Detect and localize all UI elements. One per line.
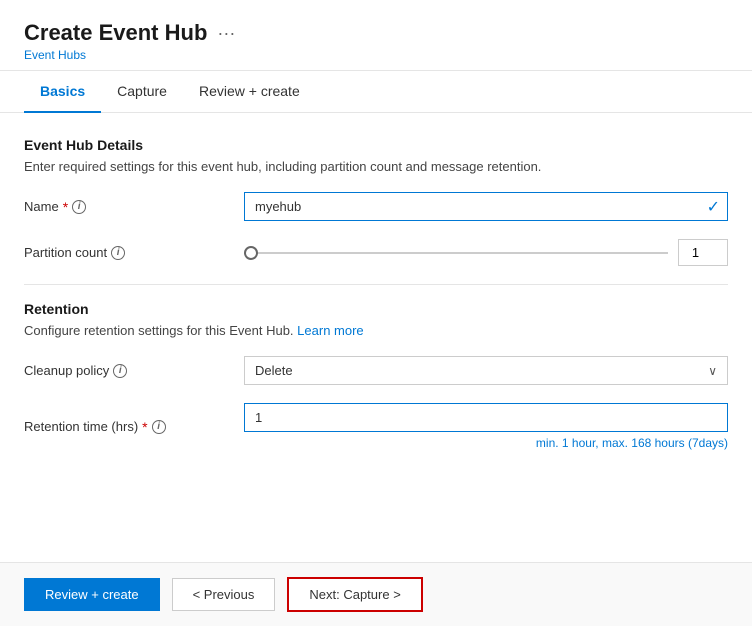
retention-info-icon[interactable]: i — [152, 420, 166, 434]
tabs-container: Basics Capture Review + create — [0, 71, 752, 113]
page-title: Create Event Hub — [24, 20, 207, 46]
cleanup-chevron-icon: ∨ — [708, 364, 717, 378]
event-hub-details-desc: Enter required settings for this event h… — [24, 159, 728, 174]
name-label: Name * i — [24, 199, 244, 215]
cleanup-info-icon[interactable]: i — [113, 364, 127, 378]
partition-slider-wrapper — [244, 239, 728, 266]
cleanup-value: Delete — [255, 363, 293, 378]
retention-title: Retention — [24, 301, 728, 317]
tab-capture[interactable]: Capture — [101, 71, 183, 113]
retention-input-wrapper: min. 1 hour, max. 168 hours (7days) — [244, 403, 728, 450]
cleanup-row: Cleanup policy i Delete ∨ — [24, 356, 728, 385]
retention-time-row: Retention time (hrs) * i min. 1 hour, ma… — [24, 403, 728, 450]
retention-time-label: Retention time (hrs) * i — [24, 419, 244, 435]
partition-label: Partition count i — [24, 245, 244, 260]
tab-review-create[interactable]: Review + create — [183, 71, 316, 113]
more-options-icon[interactable]: ··· — [217, 23, 235, 44]
name-required-indicator: * — [63, 199, 68, 215]
name-input[interactable] — [244, 192, 728, 221]
review-create-button[interactable]: Review + create — [24, 578, 160, 611]
name-row: Name * i ✓ — [24, 192, 728, 221]
retention-desc: Configure retention settings for this Ev… — [24, 323, 728, 338]
next-capture-button[interactable]: Next: Capture > — [287, 577, 422, 612]
previous-button[interactable]: < Previous — [172, 578, 276, 611]
partition-slider[interactable] — [244, 252, 668, 254]
name-info-icon[interactable]: i — [72, 200, 86, 214]
page-container: Create Event Hub ··· Event Hubs Basics C… — [0, 0, 752, 626]
cleanup-label: Cleanup policy i — [24, 363, 244, 378]
tab-basics[interactable]: Basics — [24, 71, 101, 113]
partition-number-input[interactable] — [678, 239, 728, 266]
event-hub-details-title: Event Hub Details — [24, 137, 728, 153]
main-content: Event Hub Details Enter required setting… — [0, 113, 752, 562]
retention-time-input[interactable] — [244, 403, 728, 432]
partition-row: Partition count i — [24, 239, 728, 266]
breadcrumb: Event Hubs — [24, 48, 728, 62]
header: Create Event Hub ··· Event Hubs — [0, 0, 752, 71]
footer: Review + create < Previous Next: Capture… — [0, 562, 752, 626]
name-check-icon: ✓ — [707, 197, 720, 217]
name-input-wrapper: ✓ — [244, 192, 728, 221]
cleanup-dropdown-wrapper: Delete ∨ — [244, 356, 728, 385]
section-divider — [24, 284, 728, 285]
cleanup-dropdown[interactable]: Delete ∨ — [244, 356, 728, 385]
retention-hint: min. 1 hour, max. 168 hours (7days) — [244, 436, 728, 450]
retention-section: Retention Configure retention settings f… — [24, 301, 728, 450]
learn-more-link[interactable]: Learn more — [297, 323, 363, 338]
retention-required-indicator: * — [142, 419, 147, 435]
partition-info-icon[interactable]: i — [111, 246, 125, 260]
